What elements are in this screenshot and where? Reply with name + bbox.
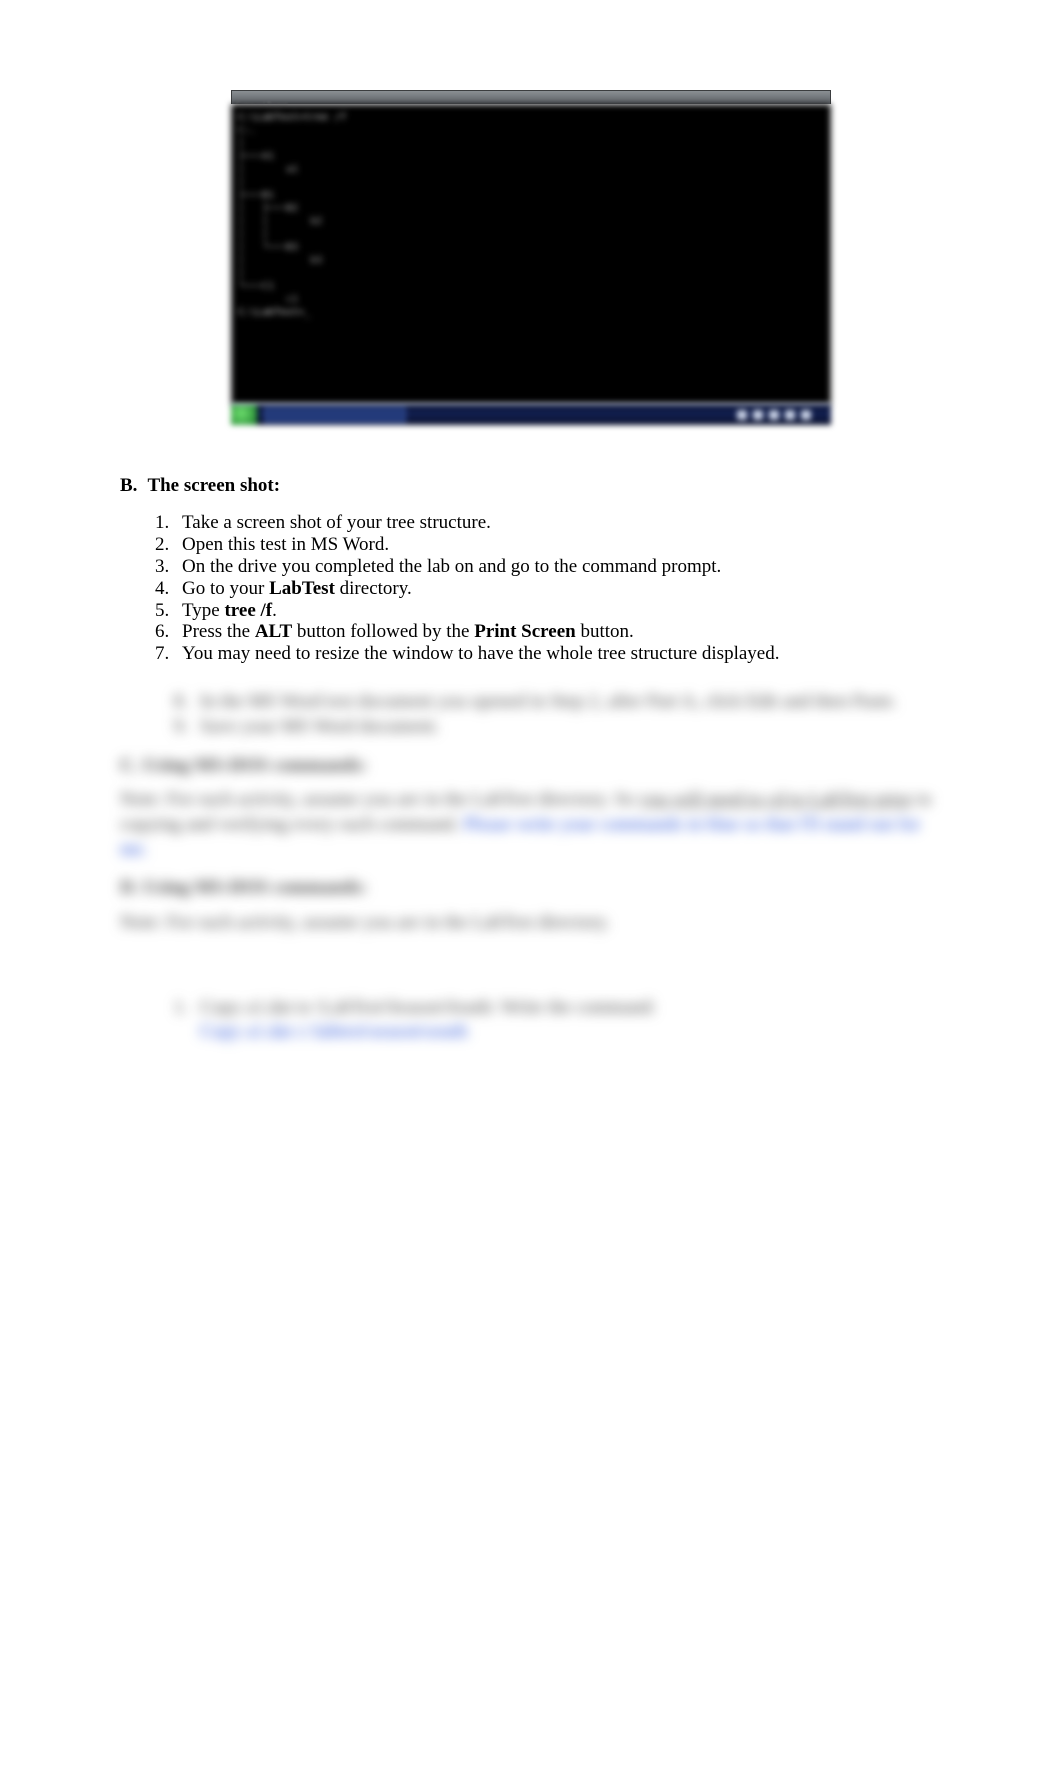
- terminal-line: └───C1: [238, 280, 824, 293]
- terminal-line: │ b3: [238, 254, 824, 267]
- bold-term: LabTest: [269, 578, 335, 599]
- obscured-heading: D. Using MS-DOS commands:: [120, 876, 942, 901]
- terminal-line: │: [238, 176, 824, 189]
- bold-term: ALT: [255, 621, 292, 642]
- step-item: On the drive you completed the lab on an…: [174, 557, 942, 579]
- system-tray: [737, 410, 831, 420]
- terminal-line: c1: [238, 293, 824, 306]
- step-item: Go to your LabTest directory.: [174, 579, 942, 601]
- tray-icon: [785, 410, 795, 420]
- start-button-icon: [231, 405, 258, 425]
- taskbar-item: [264, 407, 406, 423]
- terminal-body: C:\LabTest>tree /f C:. │ ├───A1 │ a1 │ ├…: [231, 104, 831, 404]
- obscured-note: Note: For each activity, assume you are …: [120, 788, 942, 862]
- obscured-note: Note: For each activity, assume you are …: [120, 911, 942, 936]
- terminal-line: │: [238, 137, 824, 150]
- tray-clock: [817, 410, 825, 420]
- tray-icon: [753, 410, 763, 420]
- terminal-line: C:.: [238, 124, 824, 137]
- steps-list: Take a screen shot of your tree structur…: [174, 513, 942, 666]
- obscured-step: 9.Save your MS Word document.: [160, 715, 942, 740]
- section-b-heading: B. The screen shot:: [120, 475, 942, 497]
- step-item: Press the ALT button followed by the Pri…: [174, 622, 942, 644]
- terminal-line: │ ├───B2: [238, 202, 824, 215]
- terminal-line: │ │ b2: [238, 215, 824, 228]
- tray-icon: [737, 410, 747, 420]
- terminal-line: │: [238, 267, 824, 280]
- obscured-item: 1.Copy a1.dat to \LabTest\Season\South: …: [120, 996, 942, 1045]
- step-item: Type tree /f.: [174, 601, 942, 623]
- step-item: Open this test in MS Word.: [174, 535, 942, 557]
- terminal-line: C:\LabTest>_: [238, 306, 824, 319]
- obscured-heading: C. Using MS-DOS commands:: [120, 754, 942, 779]
- section-letter: B.: [120, 475, 137, 496]
- taskbar: [231, 404, 831, 425]
- terminal-line: ├───B1: [238, 189, 824, 202]
- obscured-content: 8.In the MS Word test document you opene…: [120, 690, 942, 1045]
- terminal-line: ├───A1: [238, 150, 824, 163]
- section-title: The screen shot:: [147, 475, 280, 496]
- terminal-line: │ └───B3: [238, 241, 824, 254]
- terminal-line: │ │: [238, 228, 824, 241]
- obscured-step: 8.In the MS Word test document you opene…: [160, 690, 942, 715]
- step-item: You may need to resize the window to hav…: [174, 644, 942, 666]
- bold-term: Print Screen: [474, 621, 576, 642]
- terminal-titlebar: Command Prompt: [231, 90, 831, 104]
- bold-term: tree /f: [224, 600, 272, 621]
- terminal-line: C:\LabTest>tree /f: [238, 111, 824, 124]
- step-item: Take a screen shot of your tree structur…: [174, 513, 942, 535]
- terminal-line: │ a1: [238, 163, 824, 176]
- terminal-screenshot: Command Prompt C:\LabTest>tree /f C:. │ …: [231, 90, 831, 425]
- tray-icon: [801, 410, 811, 420]
- tray-icon: [769, 410, 779, 420]
